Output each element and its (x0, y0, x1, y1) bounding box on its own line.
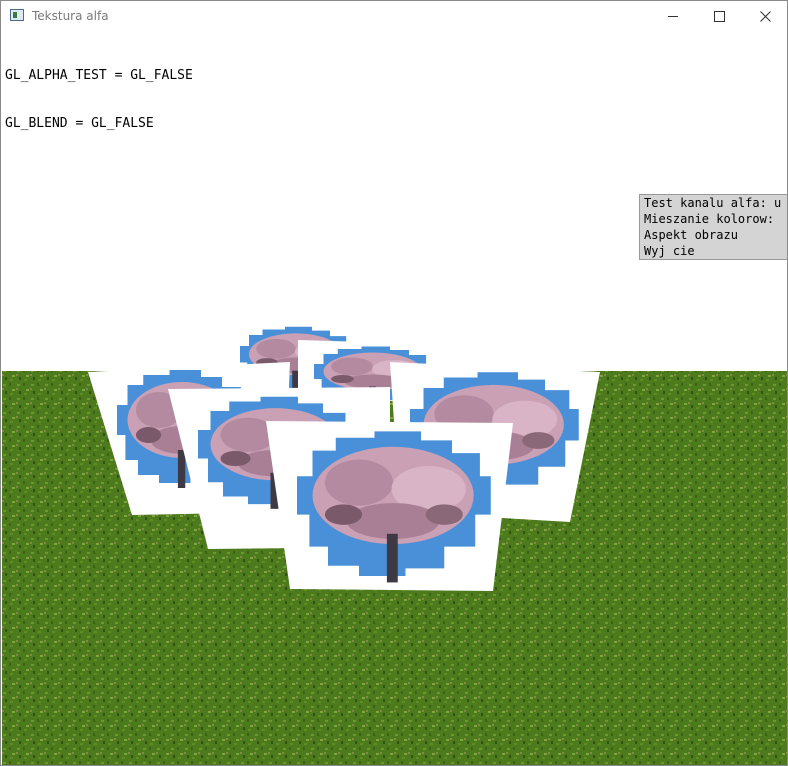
menu-item-exit[interactable]: Wyj cie (640, 243, 787, 259)
maximize-button[interactable] (696, 1, 742, 32)
menu-item-blending[interactable]: Mieszanie kolorow: (640, 211, 787, 227)
gl-viewport[interactable]: GL_ALPHA_TEST = GL_FALSE GL_BLEND = GL_F… (2, 32, 787, 765)
title-bar[interactable]: Tekstura alfa (1, 1, 787, 32)
maximize-icon (713, 11, 725, 22)
menu-item-alpha-test[interactable]: Test kanalu alfa: u (640, 195, 787, 211)
window-title: Tekstura alfa (32, 9, 109, 23)
hud-blend: GL_BLEND = GL_FALSE (5, 116, 154, 131)
hud-overlay: GL_ALPHA_TEST = GL_FALSE GL_BLEND = GL_F… (5, 36, 193, 164)
hud-alpha-test: GL_ALPHA_TEST = GL_FALSE (5, 68, 193, 83)
app-window: Tekstura alfa GL_ALPHA_TEST = GL_FALSE G… (0, 0, 788, 766)
minimize-icon (668, 16, 678, 17)
close-icon (759, 11, 771, 22)
app-icon (10, 9, 24, 21)
billboard-front (266, 421, 513, 591)
menu-item-aspect[interactable]: Aspekt obrazu (640, 227, 787, 243)
minimize-button[interactable] (650, 1, 696, 32)
context-menu: Test kanalu alfa: u Mieszanie kolorow: A… (639, 194, 787, 260)
close-button[interactable] (742, 1, 787, 32)
